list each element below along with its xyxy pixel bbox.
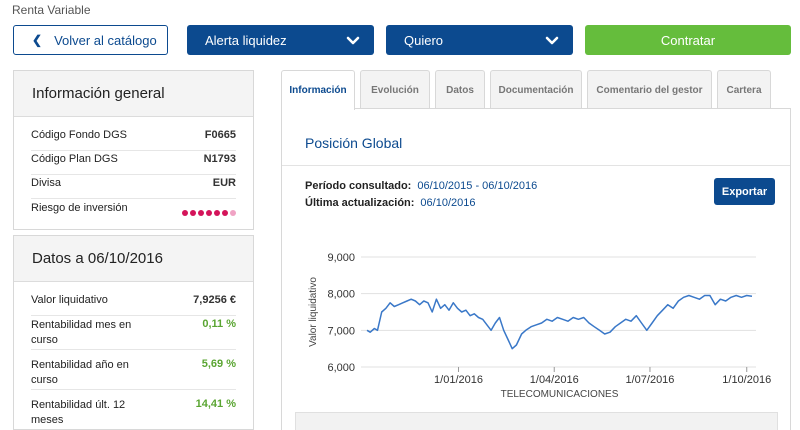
- info-row-label: Riesgo de inversión: [31, 202, 128, 214]
- quiero-label: Quiero: [404, 32, 444, 48]
- quiero-dropdown[interactable]: Quiero: [386, 25, 573, 55]
- info-row-label: Código Plan DGS: [31, 153, 118, 165]
- x-tick-label: 1/10/2016: [722, 374, 771, 386]
- datos-row-value: 14,41 %: [195, 398, 236, 410]
- info-row: Código Fondo DGS F0665: [31, 129, 236, 151]
- datos-row-value: 7,9256 €: [193, 294, 236, 306]
- tab-cartera[interactable]: Cartera: [717, 70, 771, 109]
- tab-informacion[interactable]: Información: [281, 70, 355, 110]
- periodo-label: Período consultado:: [305, 180, 412, 192]
- info-row-label: Código Fondo DGS: [31, 129, 127, 141]
- back-button-label: Volver al catálogo: [54, 32, 157, 48]
- datos-title: Datos a 06/10/2016: [14, 236, 253, 282]
- risk-dot: [230, 210, 236, 216]
- info-row: Divisa EUR: [31, 177, 236, 199]
- risk-level-indicator: [182, 202, 236, 224]
- info-row-value: N1793: [203, 153, 236, 165]
- y-tick-label: 7,000: [327, 325, 355, 337]
- back-to-catalog-button[interactable]: ❮ Volver al catálogo: [13, 25, 168, 55]
- tab-comentario-gestor[interactable]: Comentario del gestor: [587, 70, 712, 109]
- x-tick-label: 1/07/2016: [625, 374, 674, 386]
- y-tick-label: 9,000: [327, 252, 355, 264]
- risk-dot: [222, 210, 228, 216]
- valor-liquidativo-chart: 6,000 7,000 8,000 9,000 1/01/2016 1/04/2016 1/…: [308, 252, 771, 400]
- alerta-liquidez-label: Alerta liquidez: [205, 32, 287, 48]
- periodo-consultado: Período consultado: 06/10/2015 - 06/10/20…: [305, 180, 537, 192]
- x-tick-label: 1/04/2016: [530, 374, 579, 386]
- risk-dot: [198, 210, 204, 216]
- info-row-label: Divisa: [31, 177, 61, 189]
- datos-row: Rentabilidad mes en curso 0,11 %: [31, 318, 236, 350]
- datos-row-label: Rentabilidad año en curso: [31, 359, 129, 386]
- info-general-panel: Información general Código Fondo DGS F06…: [13, 70, 254, 230]
- posicion-global-title: Posición Global: [305, 135, 403, 151]
- y-tick-label: 6,000: [327, 362, 355, 374]
- datos-row: Rentabilidad últ. 12 meses 14,41 %: [31, 398, 236, 430]
- divider: [282, 165, 790, 166]
- info-row-value: F0665: [204, 129, 236, 141]
- risk-dot: [214, 210, 220, 216]
- x-axis-label: TELECOMUNICACIONES: [501, 389, 619, 400]
- chevron-down-icon: [346, 36, 360, 44]
- x-tick-label: 1/01/2016: [434, 374, 483, 386]
- actualizacion-label: Última actualización:: [305, 197, 415, 209]
- breadcrumb[interactable]: Renta Variable: [12, 3, 91, 17]
- datos-row-label: Rentabilidad mes en curso: [31, 319, 132, 346]
- tab-evolucion[interactable]: Evolución: [360, 70, 430, 109]
- y-tick-label: 8,000: [327, 289, 355, 301]
- main-content-panel: Posición Global Período consultado: 06/10…: [281, 108, 791, 430]
- risk-dot: [182, 210, 188, 216]
- export-button[interactable]: Exportar: [714, 178, 775, 205]
- info-row: Riesgo de inversión: [31, 202, 236, 224]
- info-row-value: EUR: [212, 177, 236, 189]
- chevron-left-icon: ❮: [32, 33, 43, 47]
- datos-row-label: Rentabilidad últ. 12 meses: [31, 399, 126, 426]
- y-axis-label: Valor liquidativo: [308, 277, 319, 347]
- bottom-section-placeholder: [295, 412, 778, 430]
- risk-dot: [206, 210, 212, 216]
- ultima-actualizacion: Última actualización: 06/10/2016: [305, 197, 475, 209]
- info-general-title: Información general: [14, 71, 253, 117]
- tab-documentacion[interactable]: Documentación: [490, 70, 582, 109]
- tab-datos[interactable]: Datos: [435, 70, 485, 109]
- periodo-value: 06/10/2015 - 06/10/2016: [417, 180, 538, 192]
- datos-row: Rentabilidad año en curso 5,69 %: [31, 358, 236, 390]
- datos-row-value: 5,69 %: [201, 358, 236, 370]
- datos-panel: Datos a 06/10/2016 Valor liquidativo 7,9…: [13, 235, 254, 430]
- datos-row-label: Valor liquidativo: [31, 294, 108, 306]
- alerta-liquidez-dropdown[interactable]: Alerta liquidez: [187, 25, 374, 55]
- contratar-button[interactable]: Contratar: [585, 25, 791, 55]
- series-line: [366, 294, 753, 350]
- datos-row: Valor liquidativo 7,9256 €: [31, 294, 236, 316]
- actualizacion-value: 06/10/2016: [420, 197, 476, 209]
- chevron-down-icon: [545, 36, 559, 44]
- datos-row-value: 0,11 %: [202, 318, 236, 330]
- info-row: Código Plan DGS N1793: [31, 153, 236, 175]
- risk-dot: [190, 210, 196, 216]
